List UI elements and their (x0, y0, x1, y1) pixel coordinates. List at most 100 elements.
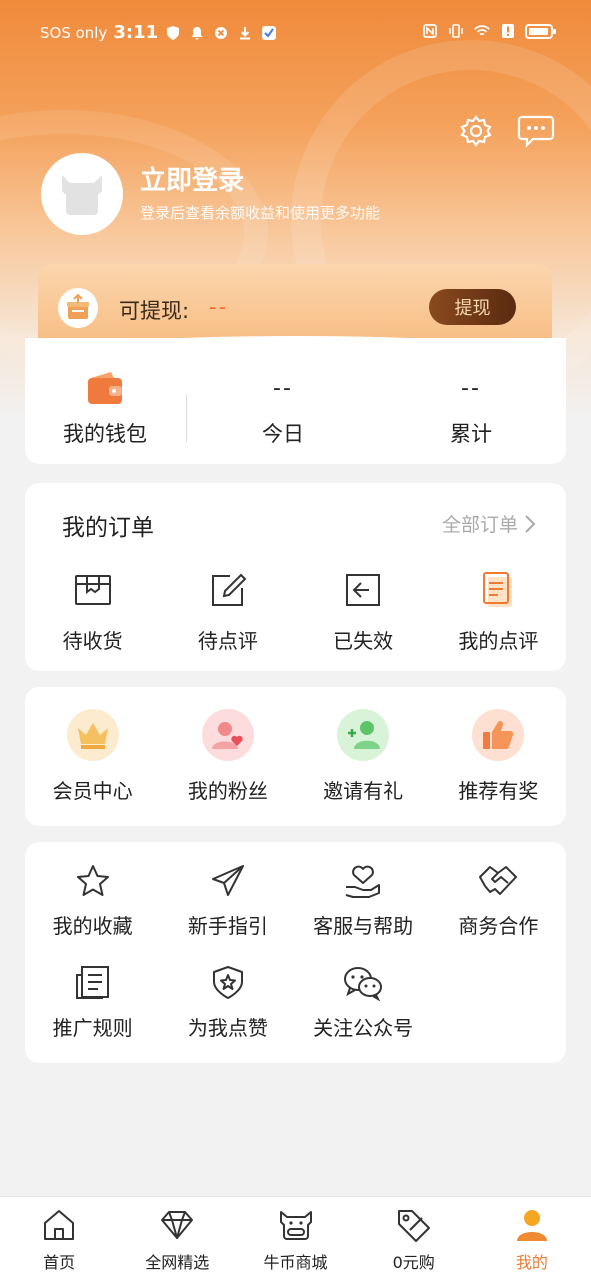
today-value: -- (273, 375, 293, 401)
block-icon (212, 24, 230, 42)
heart-hand-icon (336, 860, 390, 902)
withdraw-button[interactable]: 提现 (429, 289, 516, 325)
order-item-to-review[interactable]: 待点评 (160, 563, 295, 654)
fans-icon (201, 709, 254, 761)
status-bar: SOS only 3:11 (0, 0, 591, 66)
crown-icon (66, 709, 119, 761)
user-icon (514, 1207, 550, 1243)
tab-zero-yuan-buy[interactable]: 0元购 (355, 1197, 473, 1281)
battery-icon (525, 23, 556, 39)
cow-icon (278, 1207, 314, 1243)
alert-icon (499, 22, 517, 40)
package-icon (66, 563, 120, 617)
paper-plane-icon (201, 860, 255, 902)
avatar[interactable] (41, 153, 123, 235)
thumbs-up-icon (472, 709, 525, 761)
download-icon (236, 24, 254, 42)
order-label: 待收货 (62, 629, 123, 653)
tool-label: 客服与帮助 (313, 914, 414, 938)
benefits-card: 会员中心 我的粉丝 邀请有礼 推荐有奖 (25, 687, 566, 826)
vibrate-icon (447, 22, 465, 40)
message-icon[interactable] (517, 112, 555, 150)
order-label: 我的点评 (458, 629, 539, 653)
tool-label: 我的收藏 (52, 914, 133, 938)
diamond-icon (159, 1207, 195, 1243)
tool-item-customer-service[interactable]: 客服与帮助 (296, 860, 431, 939)
rules-icon (66, 962, 120, 1004)
settings-gear-icon[interactable] (457, 112, 495, 150)
wallet-icon (88, 372, 122, 404)
tool-label: 新手指引 (187, 914, 268, 938)
tab-label: 0元购 (392, 1253, 435, 1272)
withdraw-box-icon (58, 288, 98, 328)
home-icon (41, 1207, 77, 1243)
benefit-label: 推荐有奖 (458, 779, 539, 803)
review-icon (471, 563, 525, 617)
tool-label: 商务合作 (458, 914, 539, 938)
tool-label: 为我点赞 (187, 1016, 268, 1040)
wechat-icon (336, 962, 390, 1004)
tab-mine[interactable]: 我的 (473, 1197, 591, 1281)
tag-icon (396, 1207, 432, 1243)
benefit-label: 我的粉丝 (187, 779, 268, 803)
withdraw-value: -- (209, 295, 229, 319)
status-time: 3:11 (113, 22, 159, 43)
orders-title: 我的订单 (62, 515, 154, 541)
benefit-item-invite[interactable]: 邀请有礼 (296, 709, 431, 804)
all-orders-label: 全部订单 (441, 514, 518, 536)
tab-coin-mall[interactable]: 牛币商城 (236, 1197, 354, 1281)
benefit-item-my-fans[interactable]: 我的粉丝 (160, 709, 295, 804)
tool-item-like-me[interactable]: 为我点赞 (160, 962, 295, 1041)
tools-card: 我的收藏 新手指引 客服与帮助 商务合作 推广规则 为我点赞 关注公众号 (25, 842, 566, 1063)
expired-icon (336, 563, 390, 617)
login-title[interactable]: 立即登录 (140, 160, 244, 197)
nfc-icon (421, 22, 439, 40)
benefit-item-member-center[interactable]: 会员中心 (25, 709, 160, 804)
login-subtitle: 登录后查看余额收益和使用更多功能 (140, 204, 381, 222)
tool-label: 推广规则 (52, 1016, 133, 1040)
tab-label: 全网精选 (145, 1253, 210, 1272)
order-label: 已失效 (333, 629, 394, 653)
all-orders-link[interactable]: 全部订单 (442, 510, 536, 537)
wallet-item-my-wallet[interactable]: 我的钱包 (25, 368, 185, 448)
benefit-label: 邀请有礼 (323, 779, 404, 803)
order-item-to-receive[interactable]: 待收货 (25, 563, 160, 654)
tab-label: 牛币商城 (263, 1253, 328, 1272)
divider (186, 394, 187, 442)
wallet-item-today[interactable]: -- 今日 (203, 368, 363, 448)
tool-item-follow-official-account[interactable]: 关注公众号 (296, 962, 431, 1041)
star-icon (66, 860, 120, 902)
wallet-item-total[interactable]: -- 累计 (391, 368, 551, 448)
tab-home[interactable]: 首页 (0, 1197, 118, 1281)
total-value: -- (461, 375, 481, 401)
today-label: 今日 (262, 422, 304, 446)
tab-label: 我的 (515, 1253, 548, 1272)
total-label: 累计 (450, 422, 492, 446)
benefit-item-referral-reward[interactable]: 推荐有奖 (431, 709, 566, 804)
tool-item-favorites[interactable]: 我的收藏 (25, 860, 160, 939)
wallet-label: 我的钱包 (63, 422, 147, 446)
order-label: 待点评 (197, 629, 258, 653)
benefit-label: 会员中心 (52, 779, 133, 803)
chevron-right-icon (525, 514, 536, 533)
tool-label: 关注公众号 (313, 1016, 414, 1040)
tab-label: 首页 (43, 1253, 76, 1272)
shield-icon (164, 24, 182, 42)
wallet-card: 我的钱包 -- 今日 -- 累计 (25, 338, 566, 464)
tool-item-business-cooperation[interactable]: 商务合作 (431, 860, 566, 939)
order-item-expired[interactable]: 已失效 (296, 563, 431, 654)
tool-item-beginner-guide[interactable]: 新手指引 (160, 860, 295, 939)
tool-item-promotion-rules[interactable]: 推广规则 (25, 962, 160, 1041)
wifi-icon (473, 22, 491, 40)
orders-card: 我的订单 全部订单 待收货 待点评 已失效 我的点评 (25, 483, 566, 671)
withdraw-label: 可提现: (119, 299, 190, 323)
order-item-my-reviews[interactable]: 我的点评 (431, 563, 566, 654)
carrier-label: SOS only (40, 23, 108, 42)
cow-avatar-icon (62, 175, 102, 215)
tab-selected[interactable]: 全网精选 (118, 1197, 236, 1281)
app-notification-icon (260, 24, 278, 42)
invite-icon (337, 709, 390, 761)
handshake-icon (471, 860, 525, 902)
edit-icon (201, 563, 255, 617)
bottom-tab-bar: 首页 全网精选 牛币商城 0元购 我的 (0, 1196, 591, 1281)
